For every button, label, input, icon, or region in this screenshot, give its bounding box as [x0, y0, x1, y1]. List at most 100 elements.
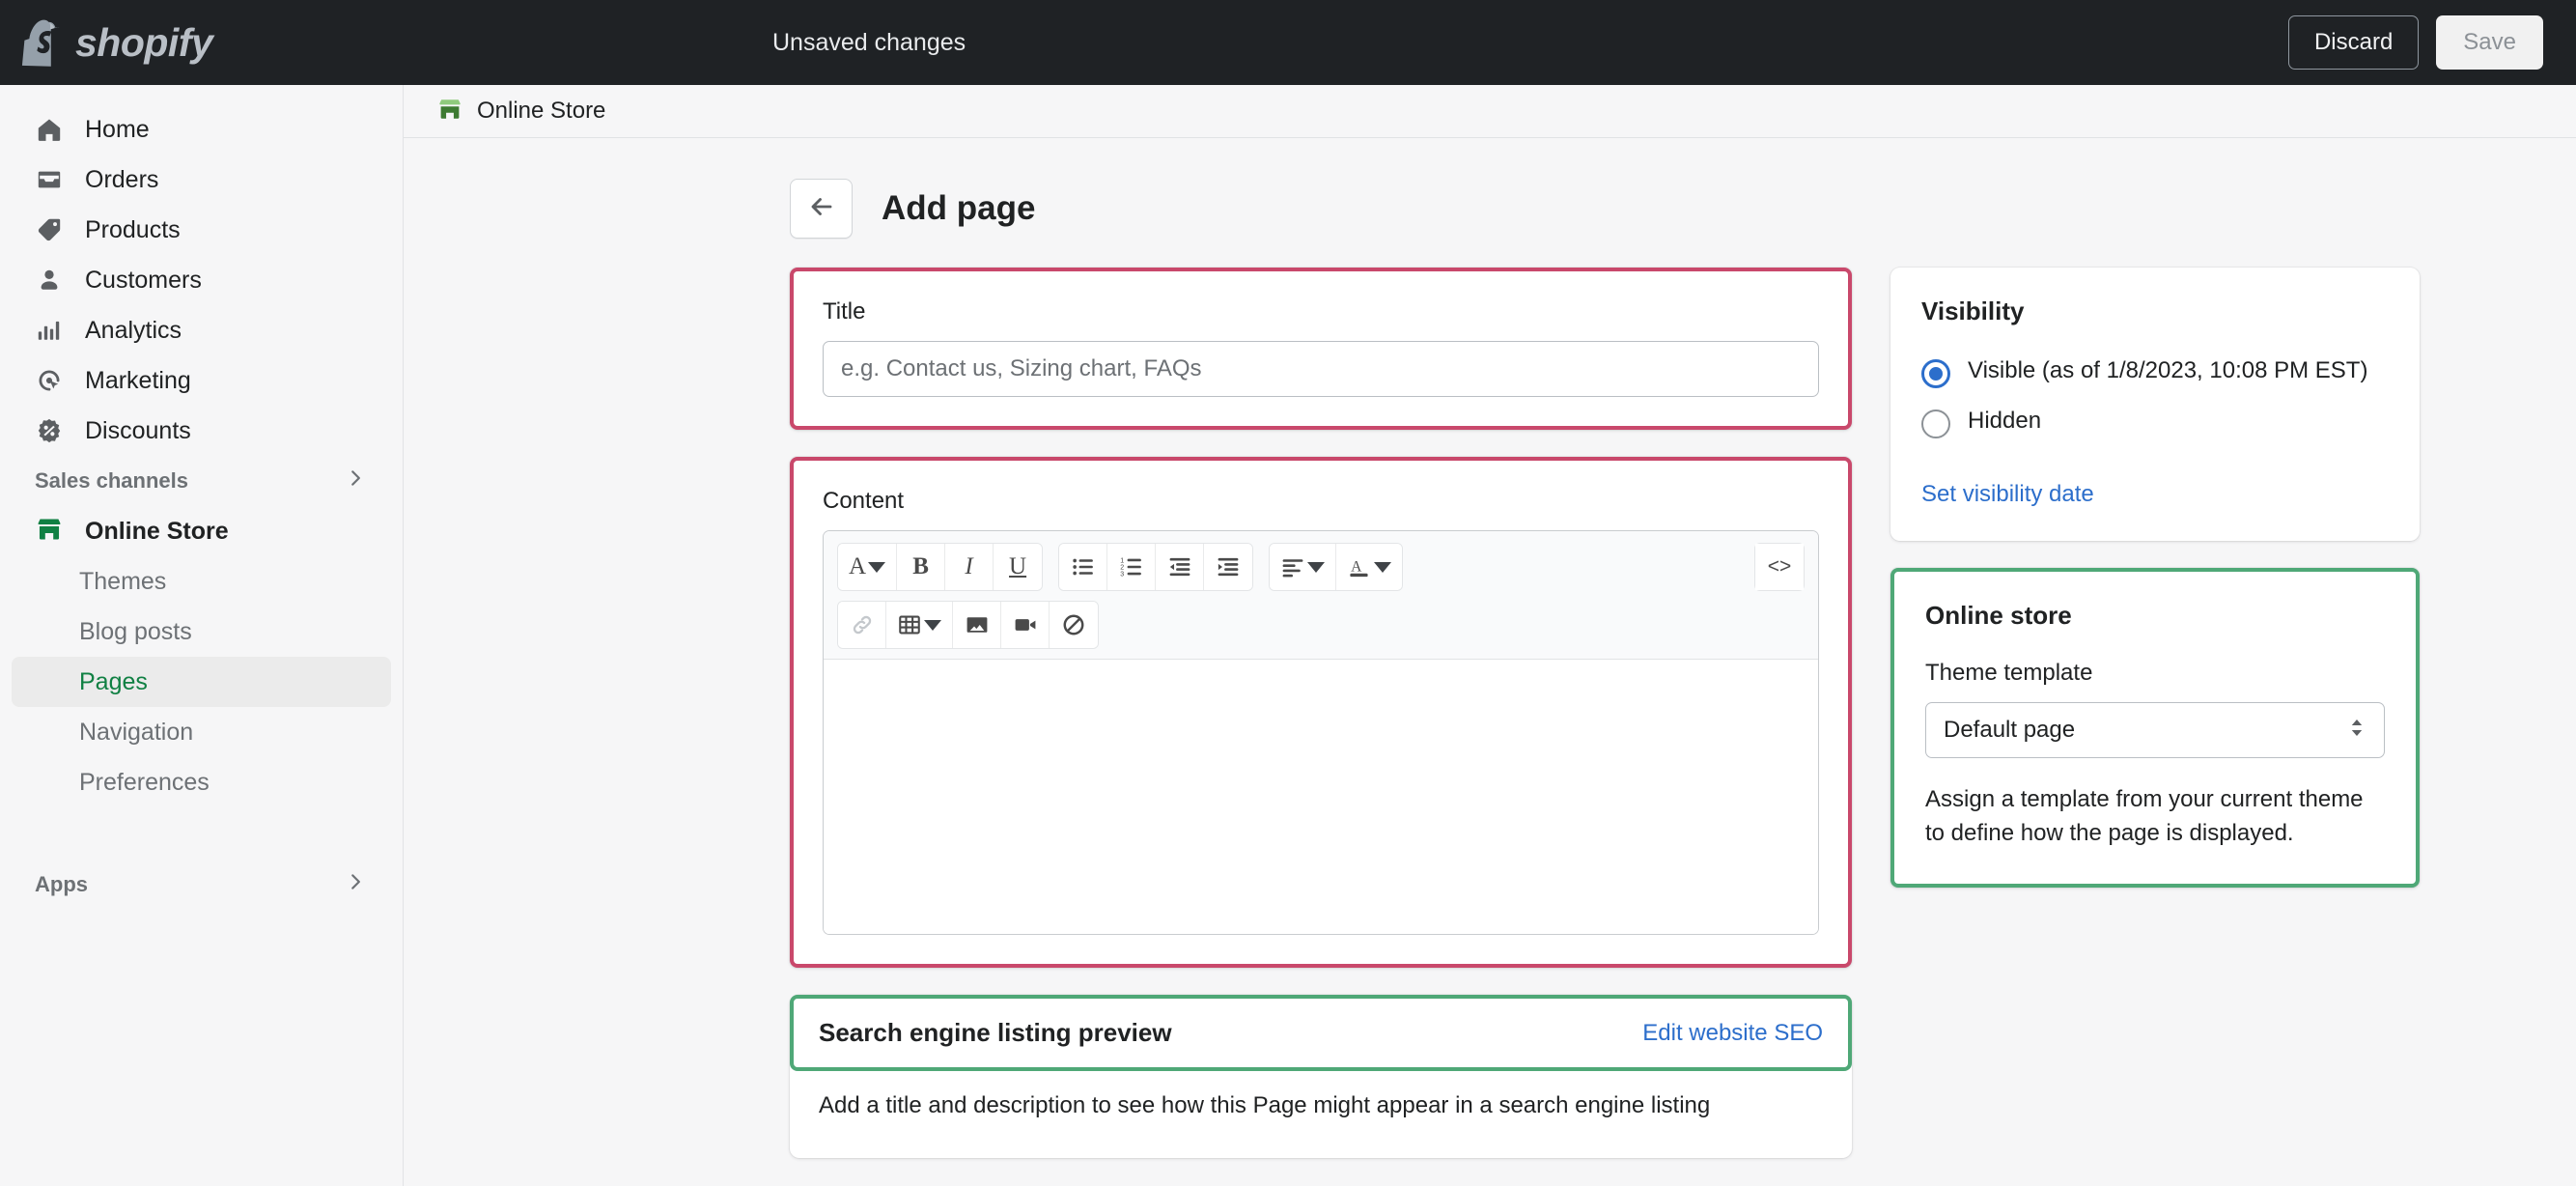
sidebar-item-themes[interactable]: Themes — [12, 556, 391, 607]
theme-template-select[interactable]: Default page — [1925, 702, 2385, 758]
sidebar-item-pages[interactable]: Pages — [12, 657, 391, 707]
sidebar: Home Orders Products Customers Analytics… — [0, 85, 404, 1186]
indent-button[interactable] — [1204, 544, 1253, 590]
italic-button[interactable]: I — [945, 544, 994, 590]
svg-text:3: 3 — [1120, 571, 1124, 578]
sidebar-item-label: Orders — [85, 165, 159, 193]
secondary-column: Visibility Visible (as of 1/8/2023, 10:0… — [1890, 268, 2420, 1158]
text-color-button[interactable]: A — [1336, 544, 1403, 590]
set-visibility-date-link[interactable]: Set visibility date — [1921, 481, 2094, 508]
online-store-card: Online store Theme template Default page — [1890, 568, 2420, 888]
sidebar-item-customers[interactable]: Customers — [12, 255, 391, 305]
orders-icon — [35, 165, 64, 194]
visibility-option-hidden[interactable]: Hidden — [1921, 406, 2389, 438]
visibility-option-visible[interactable]: Visible (as of 1/8/2023, 10:08 PM EST) — [1921, 355, 2389, 388]
rich-text-editor: A B I U 1 2 3 A <> — [823, 530, 1819, 935]
visibility-hidden-label: Hidden — [1968, 408, 2042, 434]
sidebar-item-navigation[interactable]: Navigation — [12, 707, 391, 757]
sidebar-item-label: Home — [85, 115, 150, 143]
edit-website-seo-link[interactable]: Edit website SEO — [1642, 1020, 1823, 1047]
html-code-button[interactable]: <> — [1755, 544, 1804, 590]
customers-person-icon — [35, 266, 64, 295]
seo-header-highlight: Search engine listing preview Edit websi… — [790, 995, 1852, 1071]
online-store-card-title: Online store — [1925, 601, 2072, 630]
sidebar-item-marketing[interactable]: Marketing — [12, 355, 391, 406]
numbered-list-button[interactable]: 123 — [1107, 544, 1157, 590]
align-button[interactable] — [1270, 544, 1337, 590]
visibility-visible-label: Visible (as of 1/8/2023, 10:08 PM EST) — [1968, 357, 2368, 383]
sidebar-item-label: Customers — [85, 266, 202, 294]
radio-hidden[interactable] — [1921, 409, 1950, 438]
insert-video-button[interactable] — [1001, 602, 1050, 648]
title-input[interactable] — [823, 341, 1819, 397]
sidebar-sub-label: Preferences — [79, 768, 210, 796]
unsaved-changes-status: Unsaved changes — [772, 28, 966, 56]
sidebar-item-home[interactable]: Home — [12, 104, 391, 155]
chevron-down-icon — [924, 619, 941, 631]
sidebar-item-discounts[interactable]: Discounts — [12, 406, 391, 456]
insert-image-button[interactable] — [953, 602, 1001, 648]
seo-preview-card: Search engine listing preview Edit websi… — [790, 995, 1852, 1158]
topbar-actions: Discard Save — [2287, 15, 2543, 70]
editor-content-area[interactable] — [824, 659, 1818, 934]
back-button[interactable] — [790, 179, 853, 239]
editor-toolbar-row-1: A B I U 1 2 3 A <> — [837, 543, 1805, 591]
radio-visible[interactable] — [1921, 359, 1950, 388]
theme-template-label: Theme template — [1925, 660, 2093, 686]
sidebar-sub-label: Navigation — [79, 718, 194, 746]
format-style-button[interactable]: A — [838, 544, 898, 590]
svg-text:A: A — [1351, 559, 1362, 576]
shopify-bag-icon — [21, 19, 60, 67]
shopify-admin-app: shopify Unsaved changes Discard Save Hom… — [0, 0, 2576, 1186]
sidebar-item-analytics[interactable]: Analytics — [12, 305, 391, 355]
editor-toolbar: A B I U 1 2 3 A <> — [824, 531, 1818, 659]
chevron-right-icon — [345, 871, 366, 898]
discounts-percent-icon — [35, 416, 64, 445]
top-bar: shopify Unsaved changes Discard Save — [0, 0, 2576, 85]
underline-button[interactable]: U — [994, 544, 1043, 590]
bulleted-list-button[interactable] — [1059, 544, 1108, 590]
sidebar-item-products[interactable]: Products — [12, 205, 391, 255]
sidebar-item-online-store[interactable]: Online Store — [12, 506, 391, 556]
text-format-group: A B I U — [837, 543, 1044, 591]
breadcrumb-label: Online Store — [477, 98, 606, 124]
chevron-right-icon — [345, 467, 366, 494]
title-field-label: Title — [823, 298, 866, 325]
sidebar-item-label: Products — [85, 215, 181, 243]
theme-template-select-wrap: Default page — [1925, 702, 2385, 758]
table-button[interactable] — [886, 602, 953, 648]
outdent-button[interactable] — [1156, 544, 1205, 590]
shopify-logo[interactable]: shopify — [21, 18, 402, 67]
svg-text:2: 2 — [1120, 564, 1124, 571]
sidebar-item-orders[interactable]: Orders — [12, 155, 391, 205]
sidebar-item-preferences[interactable]: Preferences — [12, 757, 391, 807]
sidebar-group-sales-channels[interactable]: Sales channels — [12, 456, 391, 506]
discard-button[interactable]: Discard — [2287, 15, 2420, 70]
font-a-icon: A — [849, 553, 867, 579]
sidebar-item-blog-posts[interactable]: Blog posts — [12, 607, 391, 657]
html-code-group: <> — [1754, 543, 1805, 591]
breadcrumb[interactable]: Online Store — [404, 85, 2576, 138]
page-scroll-area: Add page Title e.g. Contact us, Sizing c… — [404, 138, 2576, 1186]
sidebar-sub-label: Themes — [79, 567, 167, 595]
home-icon — [35, 115, 64, 144]
page-title: Add page — [882, 189, 1036, 227]
sidebar-item-label: Marketing — [85, 366, 191, 394]
storefront-icon — [436, 96, 463, 127]
link-button[interactable] — [838, 602, 886, 648]
main-content: Online Store Add page Title e.g. Contact… — [404, 85, 2576, 1186]
sidebar-group-apps[interactable]: Apps — [12, 860, 391, 910]
sidebar-item-label: Discounts — [85, 416, 191, 444]
clear-formatting-button[interactable] — [1050, 602, 1098, 648]
svg-text:1: 1 — [1120, 557, 1124, 564]
shopify-wordmark: shopify — [75, 19, 213, 65]
save-button[interactable]: Save — [2436, 15, 2543, 70]
theme-template-value: Default page — [1944, 717, 2076, 743]
seo-header: Search engine listing preview Edit websi… — [794, 999, 1848, 1067]
sidebar-item-label: Analytics — [85, 316, 182, 344]
arrow-left-icon — [807, 192, 836, 226]
seo-description: Add a title and description to see how t… — [819, 1092, 1711, 1118]
list-indent-group: 123 — [1058, 543, 1254, 591]
bold-button[interactable]: B — [897, 544, 946, 590]
